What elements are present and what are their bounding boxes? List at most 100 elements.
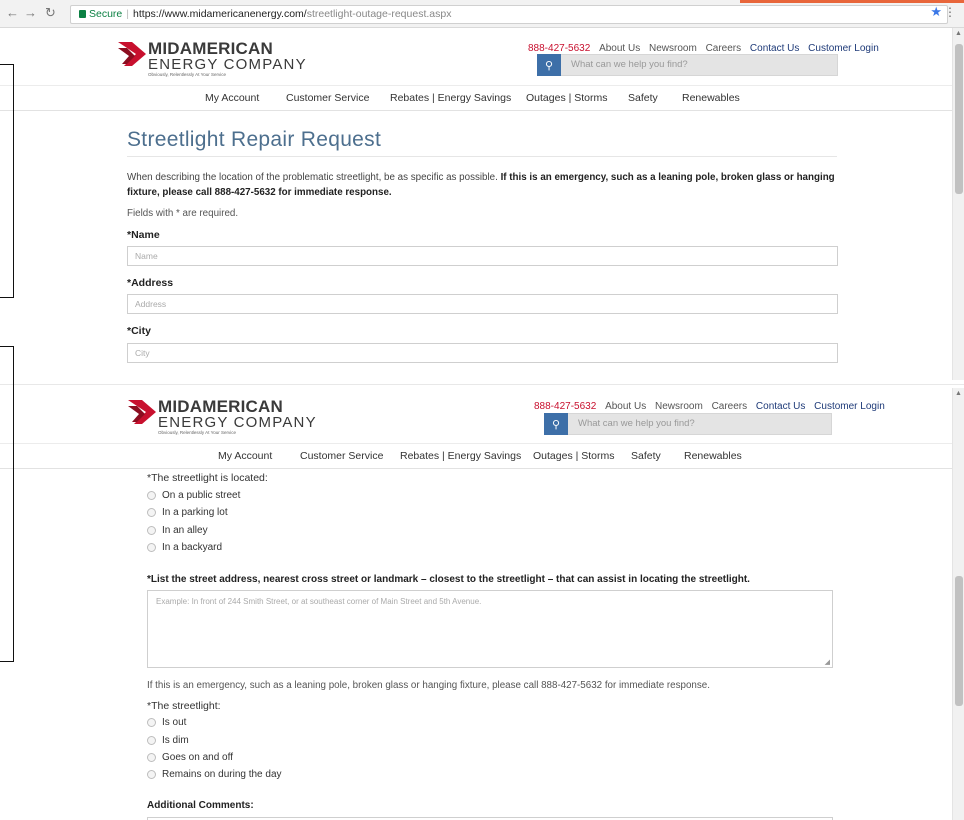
- status-question: *The streetlight:: [147, 700, 221, 712]
- status-option-on-off[interactable]: Goes on and off: [147, 752, 233, 763]
- search-button[interactable]: ⚲: [537, 54, 561, 76]
- radio-button[interactable]: [147, 526, 156, 535]
- required-note: Fields with * are required.: [127, 208, 239, 219]
- nav-my-account[interactable]: My Account: [218, 450, 272, 462]
- about-us-link[interactable]: About Us: [605, 401, 646, 412]
- back-arrow-icon[interactable]: ←: [6, 6, 19, 20]
- option-label: In a parking lot: [162, 507, 228, 518]
- nav-outages[interactable]: Outages | Storms: [526, 92, 608, 104]
- company-logo-repeat[interactable]: MIDAMERICAN ENERGY COMPANY Obviously, Re…: [128, 398, 317, 436]
- company-logo[interactable]: MIDAMERICAN ENERGY COMPANY Obviously, Re…: [118, 40, 307, 78]
- site-search: ⚲ What can we help you find?: [537, 54, 838, 76]
- search-input[interactable]: What can we help you find?: [561, 54, 838, 76]
- nav-customer-service[interactable]: Customer Service: [286, 92, 369, 104]
- bookmark-star-icon[interactable]: ★: [930, 4, 942, 20]
- annotation-bracket-bottom: [0, 346, 14, 662]
- logo-line2: ENERGY COMPANY: [148, 56, 307, 73]
- radio-button[interactable]: [147, 736, 156, 745]
- reload-icon[interactable]: ↻: [45, 6, 56, 20]
- logo-chevron-icon: [128, 398, 156, 424]
- about-us-link[interactable]: About Us: [599, 43, 640, 54]
- location-question: *The streetlight is located:: [147, 472, 268, 484]
- city-label: *City: [127, 325, 151, 337]
- location-option-public-street[interactable]: On a public street: [147, 490, 240, 501]
- url-host: https://www.midamericanenergy.com/: [133, 8, 307, 20]
- nav-safety[interactable]: Safety: [628, 92, 658, 104]
- title-divider: [127, 156, 837, 157]
- option-label: Remains on during the day: [162, 769, 282, 780]
- browser-menu-icon[interactable]: ⋮: [944, 5, 956, 19]
- scroll-up-arrow-icon[interactable]: ▲: [955, 390, 962, 397]
- browser-toolbar: ← → ↻ Secure | https://www.midamericanener…: [0, 0, 964, 28]
- scroll-up-arrow-icon[interactable]: ▲: [955, 30, 962, 37]
- address-label: *Address: [127, 277, 174, 289]
- intro-text: When describing the location of the prob…: [127, 170, 839, 200]
- search-button[interactable]: ⚲: [544, 413, 568, 435]
- scroll-thumb-bottom[interactable]: [955, 576, 963, 706]
- radio-button[interactable]: [147, 508, 156, 517]
- search-input[interactable]: What can we help you find?: [568, 413, 832, 435]
- radio-button[interactable]: [147, 753, 156, 762]
- landmark-textarea[interactable]: Example: In front of 244 Smith Street, o…: [147, 590, 833, 668]
- nav-customer-service[interactable]: Customer Service: [300, 450, 383, 462]
- customer-login-link[interactable]: Customer Login: [814, 401, 885, 412]
- radio-button[interactable]: [147, 770, 156, 779]
- section-divider: [0, 384, 964, 385]
- scrollbar-top[interactable]: ▲: [952, 28, 964, 380]
- page-title: Streetlight Repair Request: [127, 128, 382, 151]
- customer-login-link[interactable]: Customer Login: [808, 43, 879, 54]
- name-field[interactable]: Name: [127, 246, 838, 266]
- resize-grip-icon[interactable]: ◢: [825, 658, 830, 666]
- logo-tagline: Obviously, Relentlessly At Your Service: [148, 72, 226, 77]
- logo-line1: MIDAMERICAN: [158, 397, 283, 416]
- scrollbar-bottom[interactable]: ▲: [952, 388, 964, 820]
- emergency-note: If this is an emergency, such as a leani…: [147, 680, 710, 691]
- status-option-day[interactable]: Remains on during the day: [147, 769, 282, 780]
- contact-us-link[interactable]: Contact Us: [750, 43, 799, 54]
- option-label: Goes on and off: [162, 752, 233, 763]
- logo-line2: ENERGY COMPANY: [158, 414, 317, 431]
- nav-rebates[interactable]: Rebates | Energy Savings: [400, 450, 521, 462]
- logo-line1: MIDAMERICAN: [148, 39, 273, 58]
- logo-tagline: Obviously, Relentlessly At Your Service: [158, 430, 236, 435]
- site-search-repeat: ⚲ What can we help you find?: [544, 413, 832, 435]
- newsroom-link[interactable]: Newsroom: [655, 401, 703, 412]
- contact-us-link[interactable]: Contact Us: [756, 401, 805, 412]
- nav-renewables[interactable]: Renewables: [682, 92, 740, 104]
- annotation-bracket-top: [0, 64, 14, 298]
- option-label: On a public street: [162, 490, 241, 501]
- address-bar[interactable]: Secure | https://www.midamericanenergy.com…: [70, 5, 948, 24]
- nav-rebates[interactable]: Rebates | Energy Savings: [390, 92, 511, 104]
- location-option-backyard[interactable]: In a backyard: [147, 542, 222, 553]
- option-label: Is out: [162, 717, 187, 728]
- landmark-placeholder: Example: In front of 244 Smith Street, o…: [156, 597, 482, 606]
- address-field[interactable]: Address: [127, 294, 838, 314]
- location-option-alley[interactable]: In an alley: [147, 525, 208, 536]
- radio-button[interactable]: [147, 718, 156, 727]
- tab-strip-edge: [740, 0, 964, 3]
- intro-plain: When describing the location of the prob…: [127, 172, 501, 183]
- forward-arrow-icon[interactable]: →: [24, 6, 37, 20]
- careers-link[interactable]: Careers: [706, 43, 742, 54]
- phone-link[interactable]: 888-427-5632: [534, 401, 596, 412]
- phone-link[interactable]: 888-427-5632: [528, 43, 590, 54]
- nav-renewables[interactable]: Renewables: [684, 450, 742, 462]
- scroll-thumb-top[interactable]: [955, 44, 963, 194]
- location-option-parking-lot[interactable]: In a parking lot: [147, 507, 228, 518]
- url-path: streetlight-outage-request.aspx: [306, 8, 452, 20]
- main-navigation: My Account Customer Service Rebates | En…: [0, 85, 952, 111]
- status-option-dim[interactable]: Is dim: [147, 735, 189, 746]
- search-icon: ⚲: [551, 418, 561, 431]
- careers-link[interactable]: Careers: [712, 401, 748, 412]
- lock-icon: [79, 10, 86, 18]
- option-label: In a backyard: [162, 542, 223, 553]
- newsroom-link[interactable]: Newsroom: [649, 43, 697, 54]
- radio-button[interactable]: [147, 491, 156, 500]
- status-option-out[interactable]: Is out: [147, 717, 186, 728]
- radio-button[interactable]: [147, 543, 156, 552]
- landmark-label: *List the street address, nearest cross …: [147, 574, 750, 585]
- nav-safety[interactable]: Safety: [631, 450, 661, 462]
- nav-my-account[interactable]: My Account: [205, 92, 259, 104]
- city-field[interactable]: City: [127, 343, 838, 363]
- nav-outages[interactable]: Outages | Storms: [533, 450, 615, 462]
